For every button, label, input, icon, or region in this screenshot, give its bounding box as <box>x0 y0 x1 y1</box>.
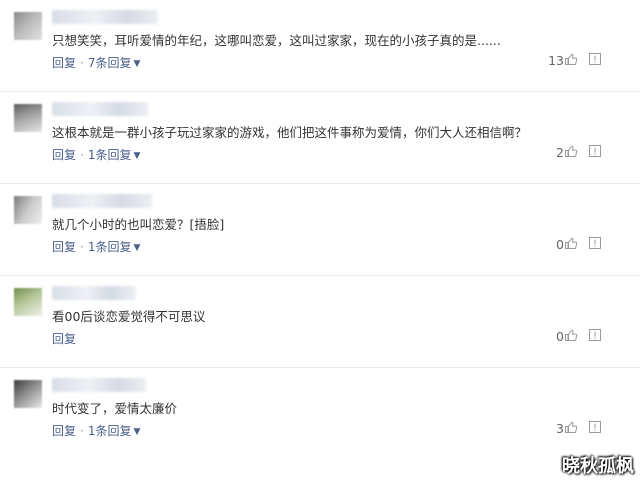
thumbs-up-icon[interactable] <box>564 328 578 342</box>
like-count: 2 <box>556 145 564 160</box>
comment-item: 就几个小时的也叫恋爱？[捂脸] 回复 · 1条回复 ▼ 0 <box>0 184 640 276</box>
view-replies-link[interactable]: 1条回复 ▼ <box>88 240 141 254</box>
report-icon[interactable] <box>588 52 602 66</box>
username-blurred[interactable] <box>52 194 152 208</box>
reply-button[interactable]: 回复 <box>52 148 76 162</box>
report-icon[interactable] <box>588 420 602 434</box>
avatar[interactable] <box>14 196 42 224</box>
chevron-down-icon: ▼ <box>133 427 141 437</box>
username-blurred[interactable] <box>52 286 136 300</box>
report-icon[interactable] <box>588 328 602 342</box>
avatar[interactable] <box>14 104 42 132</box>
comment-text: 看00后谈恋爱觉得不可思议 <box>52 309 206 324</box>
like-count: 3 <box>556 421 564 436</box>
chevron-down-icon: ▼ <box>133 59 141 69</box>
reply-button[interactable]: 回复 <box>52 424 76 438</box>
chevron-down-icon: ▼ <box>133 151 141 161</box>
comment-item: 看00后谈恋爱觉得不可思议 回复 0 <box>0 276 640 368</box>
report-icon[interactable] <box>588 144 602 158</box>
comment-actions: 回复 <box>52 330 76 347</box>
like-count: 0 <box>556 329 564 344</box>
separator: · <box>80 240 84 254</box>
thumbs-up-icon[interactable] <box>564 52 578 66</box>
like-count: 0 <box>556 237 564 252</box>
view-replies-link[interactable]: 1条回复 ▼ <box>88 424 141 438</box>
avatar[interactable] <box>14 380 42 408</box>
comment-actions: 回复 · 1条回复 ▼ <box>52 146 140 163</box>
view-replies-link[interactable]: 7条回复 ▼ <box>88 56 141 70</box>
separator: · <box>80 56 84 70</box>
comment-text: 只想笑笑，耳听爱情的年纪，这哪叫恋爱，这叫过家家，现在的小孩子真的是...... <box>52 33 501 48</box>
chevron-down-icon: ▼ <box>133 243 141 253</box>
thumbs-up-icon[interactable] <box>564 144 578 158</box>
comment-actions: 回复 · 1条回复 ▼ <box>52 422 140 439</box>
comment-text: 时代变了，爱情太廉价 <box>52 401 178 416</box>
like-count: 13 <box>548 53 564 68</box>
reply-button[interactable]: 回复 <box>52 332 76 346</box>
comment-text: 这根本就是一群小孩子玩过家家的游戏，他们把这件事称为爱情，你们大人还相信啊？ <box>52 125 528 140</box>
username-blurred[interactable] <box>52 378 146 392</box>
reply-button[interactable]: 回复 <box>52 240 76 254</box>
comment-item: 这根本就是一群小孩子玩过家家的游戏，他们把这件事称为爱情，你们大人还相信啊？ 回… <box>0 92 640 184</box>
thumbs-up-icon[interactable] <box>564 236 578 250</box>
comment-item: 只想笑笑，耳听爱情的年纪，这哪叫恋爱，这叫过家家，现在的小孩子真的是......… <box>0 0 640 92</box>
separator: · <box>80 148 84 162</box>
comment-item: 时代变了，爱情太廉价 回复 · 1条回复 ▼ 3 <box>0 368 640 460</box>
comment-actions: 回复 · 7条回复 ▼ <box>52 54 140 71</box>
comment-text: 就几个小时的也叫恋爱？[捂脸] <box>52 217 225 232</box>
username-blurred[interactable] <box>52 102 148 116</box>
reply-button[interactable]: 回复 <box>52 56 76 70</box>
report-icon[interactable] <box>588 236 602 250</box>
watermark: 晓秋孤枫 <box>562 456 634 477</box>
thumbs-up-icon[interactable] <box>564 420 578 434</box>
avatar[interactable] <box>14 12 42 40</box>
username-blurred[interactable] <box>52 10 158 24</box>
comment-actions: 回复 · 1条回复 ▼ <box>52 238 140 255</box>
avatar[interactable] <box>14 288 42 316</box>
view-replies-link[interactable]: 1条回复 ▼ <box>88 148 141 162</box>
separator: · <box>80 424 84 438</box>
